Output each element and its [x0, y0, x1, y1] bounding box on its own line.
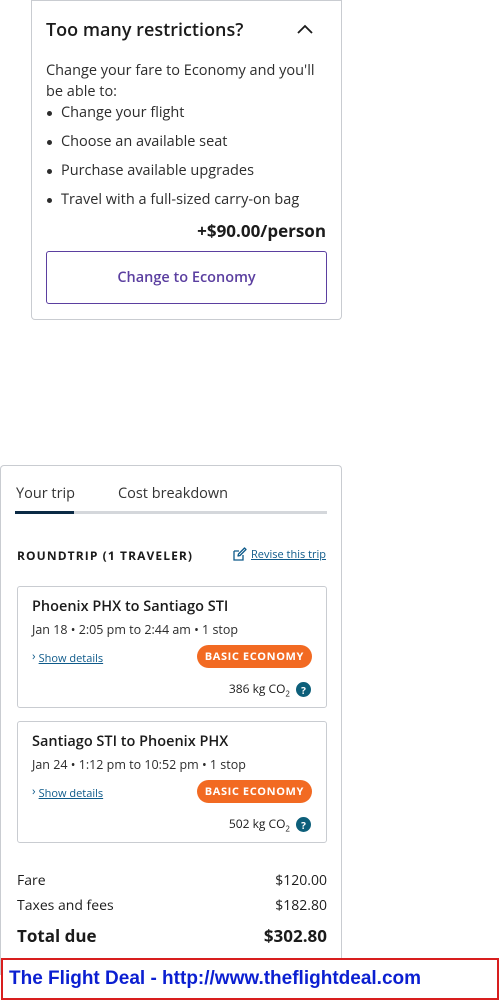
watermark-text: The Flight Deal - http://www.theflightde… [9, 968, 422, 989]
flight-card-outbound: Phoenix PHX to Santiago STI Jan 18 • 2:0… [17, 586, 327, 708]
restrictions-intro: Change your fare to Economy and you'll b… [46, 61, 315, 101]
show-details-label: Show details [38, 651, 104, 666]
fare-badge: BASIC ECONOMY [196, 780, 312, 803]
flight-route: Santiago STI to Phoenix PHX [32, 732, 229, 751]
question-icon[interactable]: ? [296, 817, 311, 833]
tab-your-trip[interactable]: Your trip [16, 484, 75, 503]
chevron-right-icon: › [32, 781, 36, 799]
revise-trip-label: Revise this trip [251, 547, 326, 562]
show-details-label: Show details [38, 786, 104, 801]
benefits-list: Change your flight Choose an available s… [46, 102, 299, 218]
benefit-item: Purchase available upgrades [46, 160, 299, 189]
restrictions-title: Too many restrictions? [46, 18, 244, 42]
chevron-right-icon: › [32, 646, 36, 664]
restrictions-card: Too many restrictions? Change your fare … [31, 0, 342, 320]
flight-times: Jan 24 • 1:12 pm to 10:52 pm • 1 stop [32, 756, 246, 773]
edit-icon [233, 547, 247, 561]
trip-summary-card: Your trip Cost breakdown ROUNDTRIP (1 TR… [0, 465, 342, 975]
fare-label: Fare [17, 871, 46, 890]
benefit-item: Change your flight [46, 102, 299, 131]
taxes-label: Taxes and fees [17, 896, 114, 915]
chevron-up-icon[interactable] [296, 22, 314, 36]
trip-tabs: Your trip Cost breakdown [15, 484, 327, 516]
tab-active-indicator [15, 511, 74, 514]
cost-row-fare: Fare $120.00 [17, 871, 327, 890]
show-details-link[interactable]: › Show details [32, 646, 104, 666]
flight-card-return: Santiago STI to Phoenix PHX Jan 24 • 1:1… [17, 721, 327, 843]
taxes-value: $182.80 [275, 896, 327, 915]
flight-times: Jan 18 • 2:05 pm to 2:44 am • 1 stop [32, 621, 239, 638]
co2-value: 386 kg CO2 [228, 680, 290, 700]
benefit-item: Choose an available seat [46, 131, 299, 160]
benefit-item: Travel with a full-sized carry-on bag [46, 189, 299, 218]
tab-cost-breakdown[interactable]: Cost breakdown [118, 484, 228, 503]
fare-badge: BASIC ECONOMY [196, 645, 312, 668]
fare-value: $120.00 [275, 871, 327, 890]
cost-row-taxes: Taxes and fees $182.80 [17, 896, 327, 915]
co2-emissions: 502 kg CO2 ? [229, 815, 311, 834]
question-icon[interactable]: ? [296, 682, 311, 698]
co2-value: 502 kg CO2 [228, 815, 290, 835]
cost-row-total: Total due $302.80 [17, 924, 327, 947]
revise-trip-link[interactable]: Revise this trip [232, 547, 326, 562]
trip-type-label: ROUNDTRIP (1 TRAVELER) [17, 547, 194, 564]
flight-route: Phoenix PHX to Santiago STI [32, 597, 229, 616]
upgrade-price: +$90.00/person [197, 219, 326, 242]
watermark-banner: The Flight Deal - http://www.theflightde… [1, 958, 499, 1000]
total-value: $302.80 [263, 924, 327, 947]
total-label: Total due [17, 924, 97, 947]
show-details-link[interactable]: › Show details [32, 781, 104, 801]
co2-emissions: 386 kg CO2 ? [229, 680, 311, 699]
change-to-economy-button[interactable]: Change to Economy [46, 251, 327, 304]
